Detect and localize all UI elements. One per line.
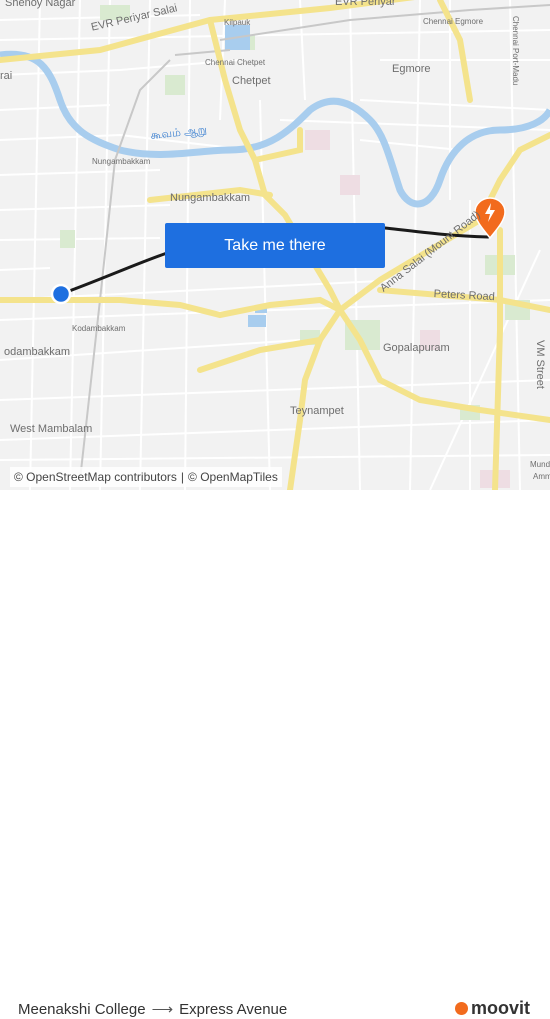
map-label-kilpauk: Kilpauk	[224, 18, 251, 27]
map-label-chennai-egmore: Chennai Egmore	[423, 17, 484, 26]
map-label-mundi: Mundi	[530, 460, 550, 469]
map-label-vm-street: VM Street	[534, 340, 546, 389]
parks	[60, 5, 530, 420]
map-label-nungambakkam-station: Nungambakkam	[92, 157, 151, 166]
map-label-rai: rai	[0, 70, 13, 82]
osm-attribution-link[interactable]: © OpenStreetMap contributors	[14, 470, 177, 484]
map[interactable]: Shenoy Nagar EVR Periyar Salai EVR Periy…	[0, 0, 550, 490]
map-label-kodambakkam-station: Kodambakkam	[72, 324, 126, 333]
moovit-wordmark: moovit	[470, 998, 530, 1018]
arrow-right-icon: ⟶	[151, 1001, 174, 1018]
map-label-west-mambalam: West Mambalam	[10, 423, 93, 435]
attribution-separator: |	[180, 470, 185, 484]
moovit-logo[interactable]: moovit	[454, 998, 530, 1019]
map-attribution: © OpenStreetMap contributors | © OpenMap…	[10, 467, 282, 487]
map-label-shenoy-nagar: Shenoy Nagar	[5, 0, 76, 9]
map-label-chennai-chetpet: Chennai Chetpet	[205, 58, 266, 67]
origin-marker[interactable]	[50, 283, 72, 305]
map-label-nungambakkam: Nungambakkam	[170, 192, 251, 204]
map-label-chetpet: Chetpet	[232, 75, 271, 87]
map-label-kodambakkam: odambakkam	[4, 346, 71, 358]
openmaptiles-attribution-link[interactable]: © OpenMapTiles	[188, 470, 278, 484]
map-label-gopalapuram: Gopalapuram	[383, 342, 450, 354]
footer: Meenakshi College ⟶ Express Avenue moovi…	[0, 490, 550, 1018]
origin-name: Meenakshi College	[18, 1000, 146, 1018]
map-label-amm: Amm	[533, 472, 550, 481]
route-summary: Meenakshi College ⟶ Express Avenue	[18, 1000, 288, 1019]
moovit-dot-icon	[454, 1002, 468, 1015]
map-label-evr-periyar: EVR Periyar	[335, 0, 396, 8]
map-label-teynampet: Teynampet	[290, 405, 344, 417]
map-label-chennai-port-madu: Chennai Port-Madu	[511, 16, 520, 86]
map-label-egmore: Egmore	[392, 63, 431, 75]
take-me-there-button[interactable]: Take me there	[165, 223, 385, 268]
destination-name: Express Avenue	[179, 1000, 288, 1018]
